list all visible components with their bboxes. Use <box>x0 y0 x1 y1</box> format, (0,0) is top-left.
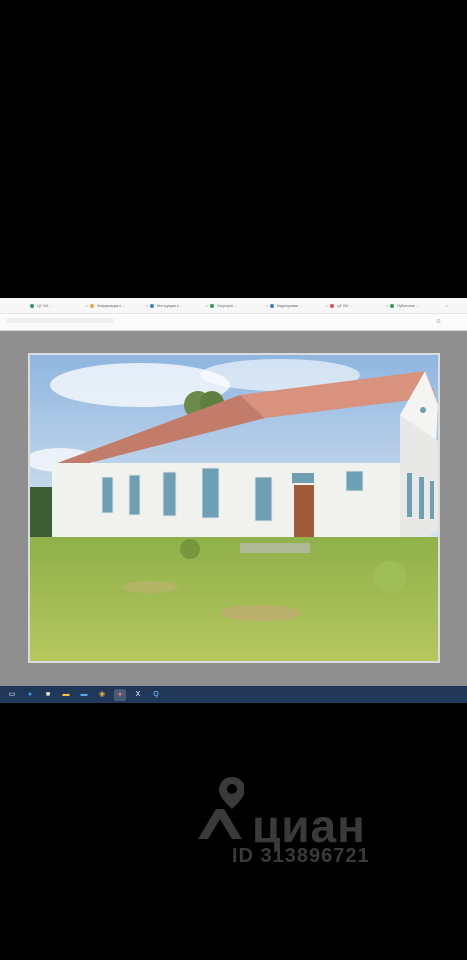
cian-watermark: циан ID 313896721 <box>196 775 436 875</box>
menu-icon[interactable]: ⚙ <box>436 318 441 325</box>
browser-tab[interactable]: Информация о ... × <box>90 301 148 311</box>
browser-tab[interactable]: ЦУ ОИ ... × <box>330 301 388 311</box>
tab-close-icon[interactable]: × <box>266 303 268 308</box>
tab-close-icon[interactable]: × <box>446 303 448 308</box>
tab-label: Публичная ... <box>397 303 419 308</box>
tab-close-icon[interactable]: × <box>386 303 388 308</box>
address-bar[interactable]: ⚙ <box>0 314 467 331</box>
browser-tab[interactable]: Инструкция к ... × <box>150 301 208 311</box>
tab-close-icon[interactable]: × <box>86 303 88 308</box>
browser-tab[interactable]: Публичная ... × <box>390 301 448 311</box>
tab-label: ЦУ ОИ ... <box>37 303 52 308</box>
building-photo-graphic <box>30 355 438 661</box>
url-field[interactable] <box>6 318 114 323</box>
yandex-browser-icon[interactable]: ● <box>114 688 126 701</box>
tab-favicon-icon <box>210 303 214 308</box>
listing-id: ID 313896721 <box>232 845 370 867</box>
cian-logo-icon <box>198 777 244 839</box>
tab-label: Информация о ... <box>97 303 126 308</box>
browser-tab[interactable]: ЦУ ОИ ... × <box>30 301 88 311</box>
tab-close-icon[interactable]: × <box>206 303 208 308</box>
tab-label: Госуслуги ... <box>217 303 237 308</box>
tab-favicon-icon <box>270 303 274 308</box>
tab-label: Кадастровая ... <box>277 303 302 308</box>
tab-favicon-icon <box>30 303 34 308</box>
edge-icon[interactable]: ● <box>24 689 36 701</box>
tab-favicon-icon <box>150 303 154 308</box>
building-photo <box>28 353 440 663</box>
tab-label: ЦУ ОИ ... <box>337 303 352 308</box>
image-viewer <box>0 331 467 686</box>
windows-taskbar: ▭ ● ■ ▬ ▬ ◉ ● X Q <box>0 686 467 703</box>
chrome-icon[interactable]: ◉ <box>96 689 108 701</box>
mail-icon[interactable]: ▬ <box>78 689 90 701</box>
tab-favicon-icon <box>330 303 334 308</box>
tab-close-icon[interactable]: × <box>146 303 148 308</box>
screenshot-area: ЦУ ОИ ... × Информация о ... × Инструкция к … <box>0 298 467 703</box>
task-view-icon[interactable]: ▭ <box>6 689 18 701</box>
notes-icon[interactable]: ■ <box>42 689 54 701</box>
app-icon[interactable]: Q <box>150 689 162 701</box>
tab-favicon-icon <box>90 303 94 308</box>
folder-icon[interactable]: ▬ <box>60 689 72 701</box>
tab-favicon-icon <box>390 303 394 308</box>
browser-tab-bar: ЦУ ОИ ... × Информация о ... × Инструкция к … <box>0 298 467 314</box>
browser-tab[interactable]: Кадастровая ... × <box>270 301 328 311</box>
browser-tab[interactable]: Госуслуги ... × <box>210 301 268 311</box>
tab-close-icon[interactable]: × <box>326 303 328 308</box>
excel-icon[interactable]: X <box>132 689 144 701</box>
tab-label: Инструкция к ... <box>157 303 183 308</box>
